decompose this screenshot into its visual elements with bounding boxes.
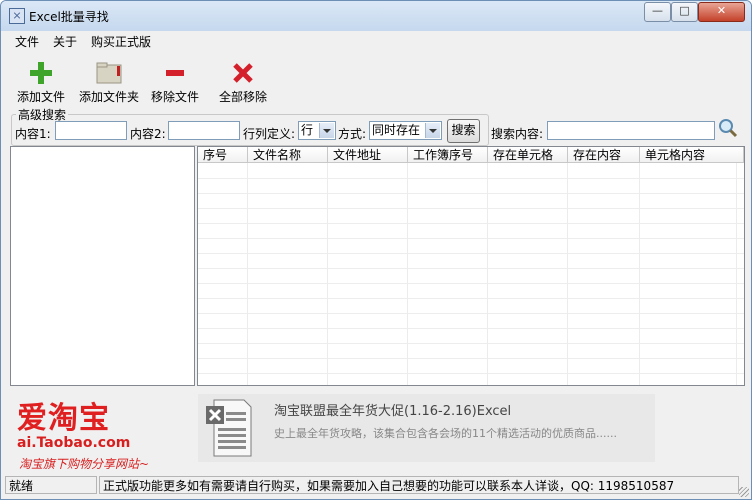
remove-file-label: 移除文件 <box>150 90 199 104</box>
remove-all-button[interactable]: 全部移除 <box>217 55 269 107</box>
excel-document-icon <box>206 399 252 457</box>
minus-icon <box>166 70 184 76</box>
magnifier-icon[interactable] <box>718 118 738 138</box>
add-file-button[interactable]: 添加文件 <box>15 55 67 107</box>
column-index[interactable]: 序号 <box>198 147 248 163</box>
grid-line <box>198 328 744 329</box>
results-grid[interactable]: 序号 文件名称 文件地址 工作簿序号 存在单元格 存在内容 单元格内容 <box>197 146 745 386</box>
grid-line <box>198 223 744 224</box>
rowcol-value: 行 <box>301 123 314 137</box>
grid-line <box>198 253 744 254</box>
column-cell-content[interactable]: 单元格内容 <box>640 147 744 163</box>
menu-file[interactable]: 文件 <box>15 33 39 50</box>
grid-line <box>198 358 744 359</box>
rowcol-label: 行列定义: <box>243 127 296 141</box>
maximize-button[interactable]: □ <box>671 2 698 22</box>
remove-all-label: 全部移除 <box>218 90 267 104</box>
column-file-path[interactable]: 文件地址 <box>328 147 408 163</box>
content1-label: 内容1: <box>15 127 51 141</box>
promo-banner[interactable]: 淘宝联盟最全年货大促(1.16-2.16)Excel 史上最全年货攻略，该集合包… <box>198 394 655 462</box>
grid-line <box>198 238 744 239</box>
column-file-name[interactable]: 文件名称 <box>248 147 328 163</box>
grid-line <box>198 178 744 179</box>
grid-header: 序号 文件名称 文件地址 工作簿序号 存在单元格 存在内容 单元格内容 <box>198 147 744 163</box>
folder-icon <box>96 62 122 84</box>
column-workbook-index[interactable]: 工作簿序号 <box>408 147 488 163</box>
status-bar: 就绪 正式版功能更多如有需要请自行购买，如果需要加入自己想要的功能可以联系本人详… <box>1 475 751 499</box>
grid-line <box>247 163 248 385</box>
promo-title: 淘宝联盟最全年货大促(1.16-2.16)Excel <box>274 404 512 419</box>
logo-domain-text: ai.Taobao.com <box>17 435 131 451</box>
add-file-label: 添加文件 <box>16 90 65 104</box>
minimize-button[interactable]: — <box>644 2 671 22</box>
grid-line <box>198 283 744 284</box>
grid-line <box>639 163 640 385</box>
remove-file-button[interactable]: 移除文件 <box>149 55 201 107</box>
mode-value: 同时存在 <box>372 123 421 137</box>
rowcol-select[interactable]: 行 <box>298 121 336 140</box>
status-state: 就绪 <box>5 476 97 494</box>
promo-description: 史上最全年货攻略，该集合包含各会场的11个精选活动的优质商品...... <box>274 427 617 440</box>
app-window: Excel批量寻找 — □ ✕ 文件 关于 购买正式版 添加文件 添加文件夹 移… <box>0 0 752 500</box>
grid-line <box>198 193 744 194</box>
logo-main-text: 爱淘宝 <box>17 401 110 436</box>
title-bar: Excel批量寻找 — □ ✕ <box>1 1 751 31</box>
grid-line <box>198 343 744 344</box>
grid-line <box>198 208 744 209</box>
grid-line <box>198 268 744 269</box>
grid-line <box>198 373 744 374</box>
grid-line <box>327 163 328 385</box>
app-icon <box>9 8 25 24</box>
menu-buy[interactable]: 购买正式版 <box>91 33 151 50</box>
status-message: 正式版功能更多如有需要请自行购买，如果需要加入自己想要的功能可以联系本人详谈，Q… <box>99 476 739 494</box>
menu-about[interactable]: 关于 <box>53 33 77 50</box>
add-folder-button[interactable]: 添加文件夹 <box>77 55 141 107</box>
logo-slogan: 淘宝旗下购物分享网站~ <box>19 457 150 471</box>
content1-input[interactable] <box>55 121 127 140</box>
close-button[interactable]: ✕ <box>698 2 745 22</box>
plus-icon <box>30 62 52 84</box>
mode-select[interactable]: 同时存在 <box>369 121 442 140</box>
mode-label: 方式: <box>338 127 367 141</box>
resize-grip-icon[interactable] <box>739 487 749 497</box>
grid-line <box>736 163 737 385</box>
grid-line <box>198 313 744 314</box>
x-icon <box>233 63 253 83</box>
search-button[interactable]: 搜索 <box>447 119 480 143</box>
add-folder-label: 添加文件夹 <box>78 90 139 104</box>
grid-line <box>487 163 488 385</box>
chevron-down-icon <box>425 123 440 138</box>
content2-input[interactable] <box>168 121 240 140</box>
content2-label: 内容2: <box>130 127 166 141</box>
file-tree-panel[interactable] <box>10 146 195 386</box>
column-found-content[interactable]: 存在内容 <box>568 147 640 163</box>
menu-bar: 文件 关于 购买正式版 <box>1 31 751 50</box>
window-title: Excel批量寻找 <box>29 10 109 24</box>
grid-line <box>407 163 408 385</box>
search-content-label: 搜索内容: <box>491 127 544 141</box>
column-found-cell[interactable]: 存在单元格 <box>488 147 568 163</box>
grid-line <box>198 298 744 299</box>
chevron-down-icon <box>319 123 334 138</box>
search-content-input[interactable] <box>547 121 715 140</box>
grid-line <box>567 163 568 385</box>
aitaobao-logo[interactable]: 爱淘宝 ai.Taobao.com <box>17 393 130 451</box>
